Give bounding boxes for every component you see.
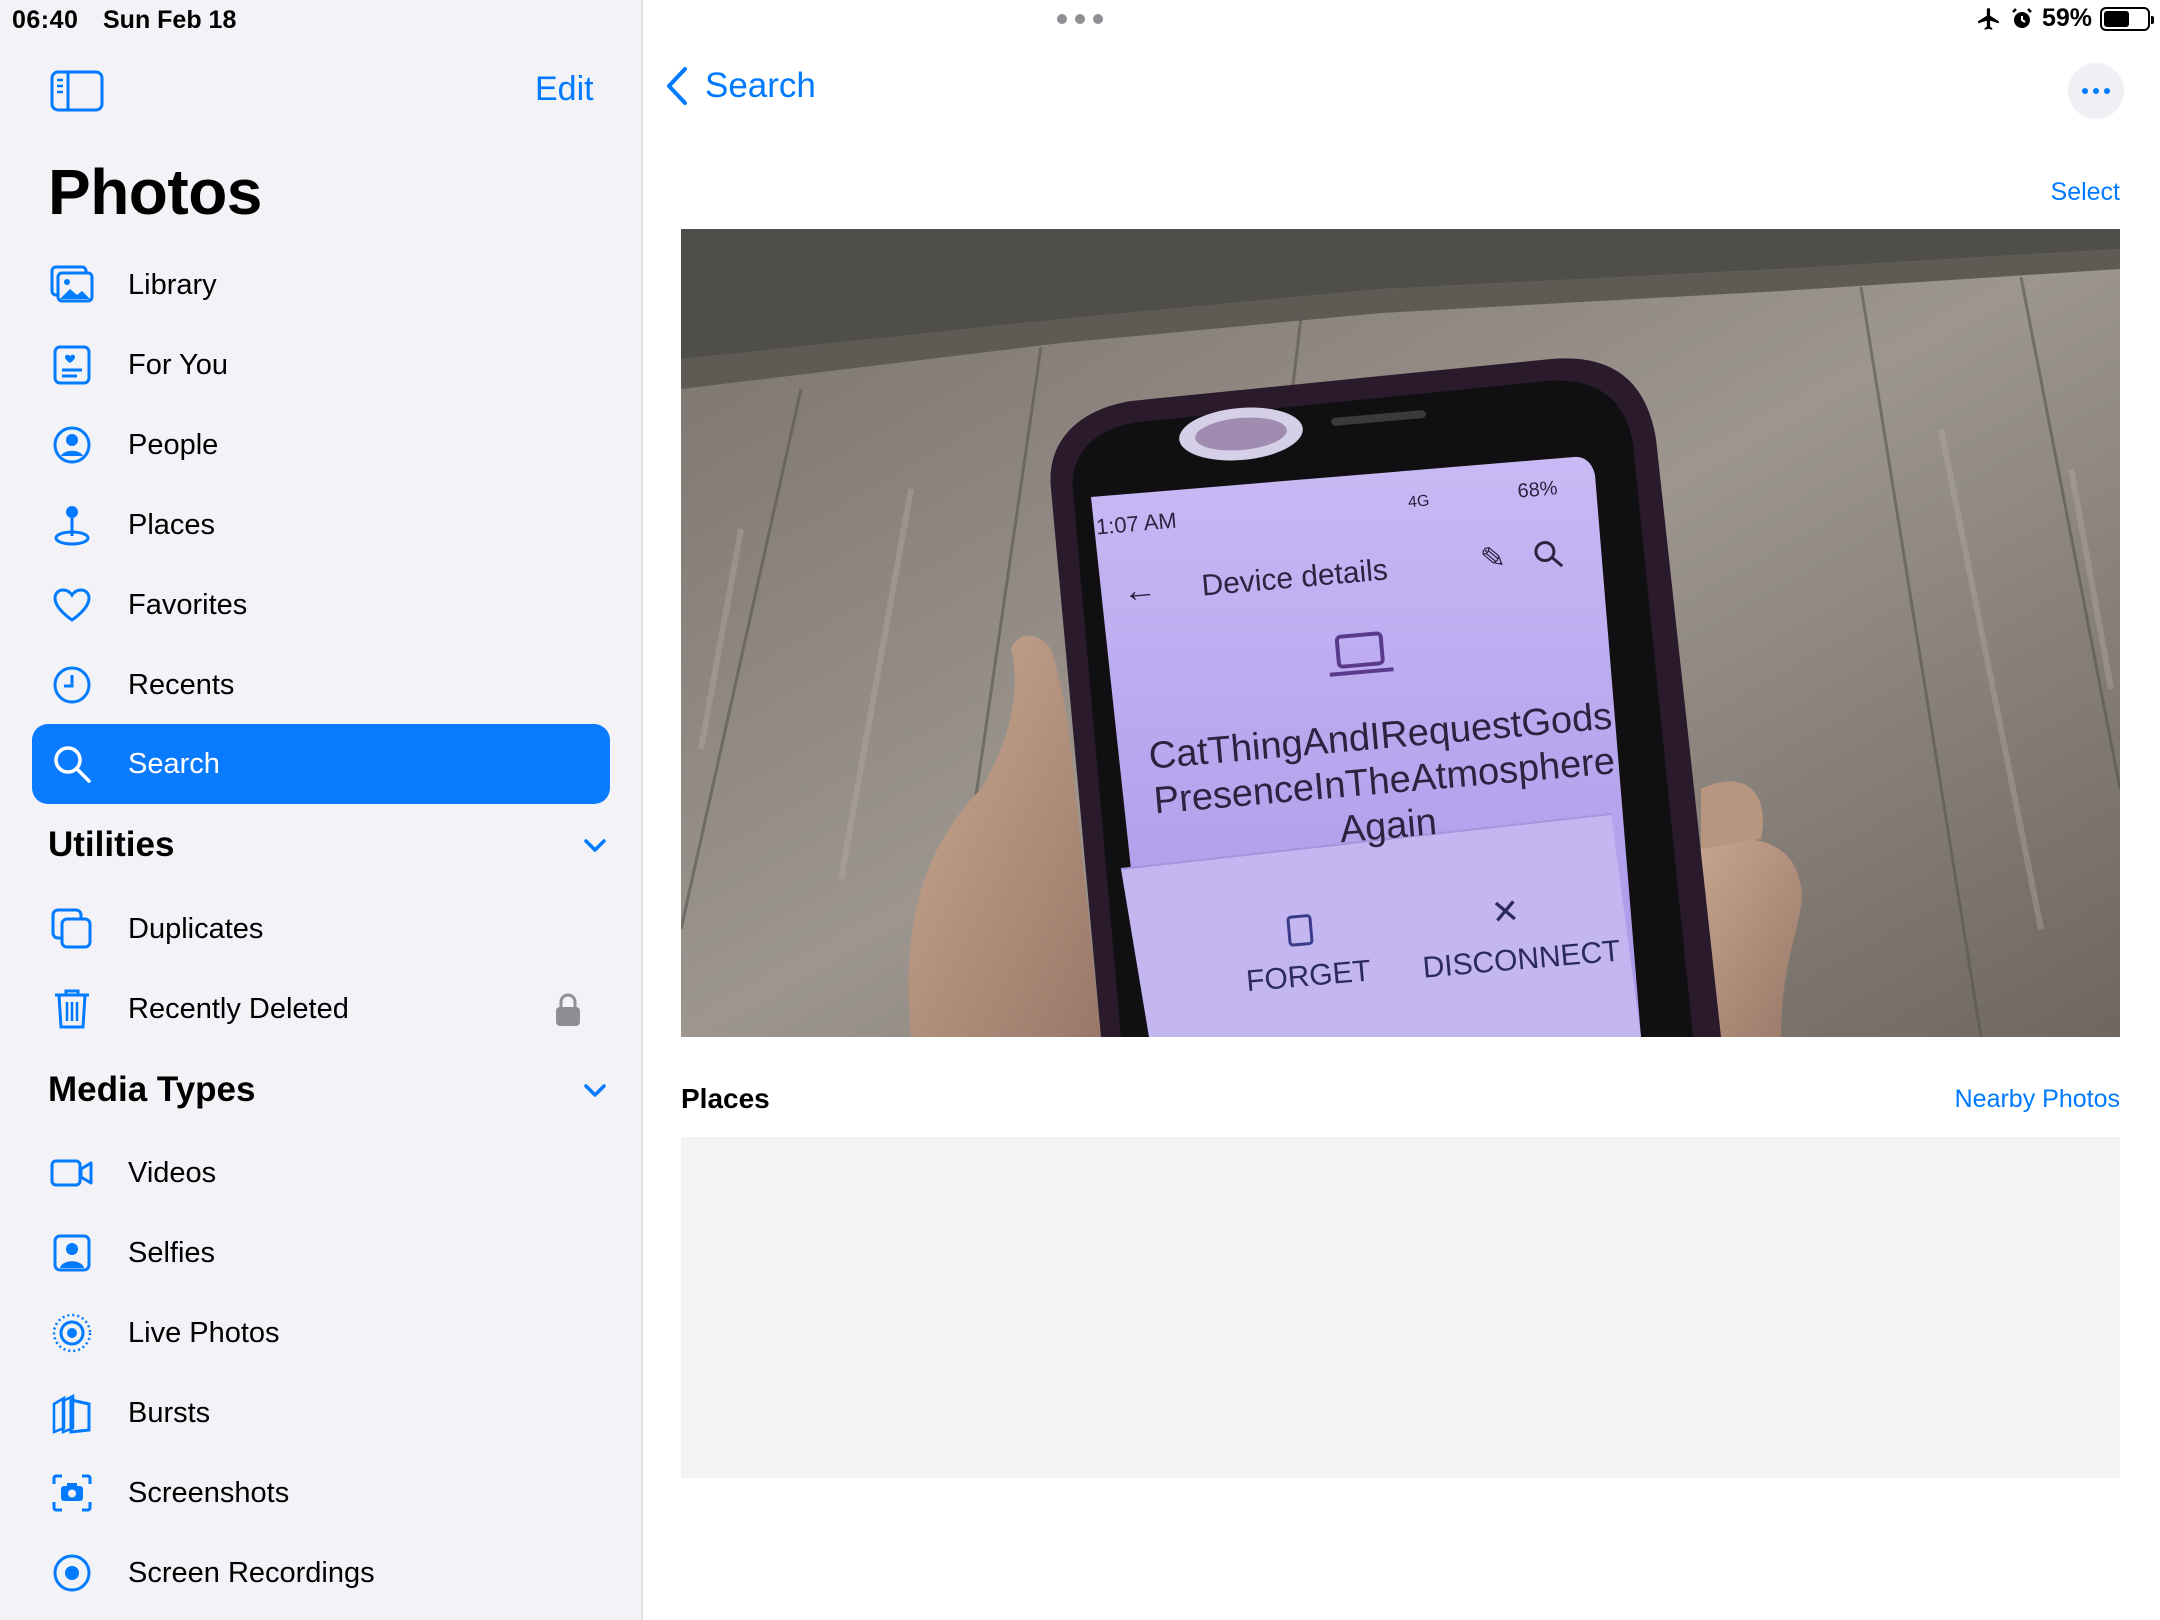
duplicates-icon [51, 908, 92, 949]
phone-battery: 68% [1517, 477, 1559, 502]
places-map[interactable] [681, 1137, 2120, 1478]
status-bar: 06:40 Sun Feb 18 59% [0, 0, 2160, 40]
for-you-icon [53, 345, 91, 385]
sidebar-item-label: Search [128, 747, 220, 780]
sidebar-item-label: Recently Deleted [128, 992, 349, 1025]
airplane-icon [1978, 7, 1999, 30]
section-media-types[interactable]: Media Types [48, 1060, 608, 1120]
people-icon [53, 426, 91, 464]
sidebar-item-label: Duplicates [128, 912, 264, 945]
sidebar-item-for-you[interactable]: For You [32, 325, 610, 405]
library-icon [50, 265, 94, 303]
phone-device-name-line-3: Again [1338, 801, 1438, 851]
alarm-icon [2012, 7, 2032, 28]
more-button[interactable] [2068, 63, 2124, 119]
chevron-down-icon[interactable] [582, 1077, 608, 1103]
section-utilities[interactable]: Utilities [48, 815, 608, 875]
sidebar-item-selfies[interactable]: Selfies [32, 1213, 610, 1293]
sidebar-item-duplicates[interactable]: Duplicates [32, 889, 610, 969]
sidebar-item-label: Favorites [128, 588, 248, 621]
sidebar-item-label: Screenshots [128, 1476, 290, 1509]
sidebar: Edit Photos Library For You People Place… [0, 0, 643, 1620]
sidebar-item-label: Bursts [128, 1396, 211, 1429]
section-title: Media Types [48, 1070, 256, 1109]
photo-thumbnail[interactable]: 1:07 AM 68% 4G ← Device details ✎ CatThi… [681, 229, 2120, 1037]
sidebar-item-label: People [128, 428, 219, 461]
chevron-left-icon [667, 67, 687, 105]
places-icon [54, 506, 90, 546]
back-label: Search [705, 66, 816, 105]
sidebar-item-live-photos[interactable]: Live Photos [32, 1293, 610, 1373]
photo-image: 1:07 AM 68% 4G ← Device details ✎ CatThi… [681, 229, 2120, 1037]
sidebar-item-screen-recordings[interactable]: Screen Recordings [32, 1533, 610, 1613]
status-time: 06:40 [12, 6, 79, 34]
screen-recording-icon [53, 1554, 91, 1592]
sidebar-item-label: Live Photos [128, 1316, 280, 1349]
sidebar-item-label: Selfies [128, 1236, 216, 1269]
sidebar-title: Photos [48, 156, 262, 228]
sidebar-item-library[interactable]: Library [32, 245, 610, 325]
places-title: Places [681, 1083, 770, 1114]
heart-icon [53, 588, 91, 622]
sidebar-item-favorites[interactable]: Favorites [32, 565, 610, 645]
main-content: Search Select 1:07 AM 68% 4G ← Device de… [645, 0, 2160, 1620]
video-icon [50, 1159, 93, 1187]
edit-button[interactable]: Edit [535, 70, 594, 109]
back-button[interactable]: Search [665, 66, 816, 106]
sidebar-item-label: Videos [128, 1156, 217, 1189]
phone-back-arrow: ← [1121, 570, 1158, 611]
section-title: Utilities [48, 825, 175, 864]
nearby-photos-link[interactable]: Nearby Photos [1955, 1085, 2120, 1114]
sidebar-item-label: Recents [128, 668, 235, 701]
search-icon [54, 746, 91, 783]
sidebar-item-recently-deleted[interactable]: Recently Deleted [32, 969, 610, 1049]
sidebar-item-search[interactable]: Search [32, 724, 610, 804]
sidebar-item-label: Places [128, 508, 216, 541]
sidebar-item-recents[interactable]: Recents [32, 645, 610, 725]
sidebar-item-label: Screen Recordings [128, 1556, 375, 1589]
sidebar-item-screenshots[interactable]: Screenshots [32, 1453, 610, 1533]
sidebar-item-places[interactable]: Places [32, 485, 610, 565]
lock-icon [556, 993, 580, 1026]
sidebar-item-people[interactable]: People [32, 405, 610, 485]
phone-edit-icon: ✎ [1479, 541, 1507, 576]
live-photo-icon [52, 1313, 92, 1353]
selfie-icon [53, 1234, 91, 1272]
status-date: Sun Feb 18 [103, 6, 237, 34]
select-button[interactable]: Select [2048, 178, 2120, 207]
sidebar-item-label: For You [128, 348, 228, 381]
multitasking-dots[interactable] [1057, 14, 1103, 26]
screenshot-icon [52, 1474, 92, 1512]
battery-percent: 59% [2041, 4, 2092, 32]
sidebar-item-label: Library [128, 268, 217, 301]
sidebar-item-bursts[interactable]: Bursts [32, 1373, 610, 1453]
phone-close-icon: ✕ [1490, 892, 1522, 932]
battery-icon [2100, 6, 2154, 31]
trash-icon [55, 989, 89, 1029]
sidebar-toggle-icon[interactable] [50, 70, 104, 112]
bursts-icon [52, 1393, 91, 1434]
sidebar-item-videos[interactable]: Videos [32, 1133, 610, 1213]
clock-icon [53, 666, 91, 704]
places-header: Places Nearby Photos [681, 1083, 2120, 1115]
phone-network: 4G [1407, 492, 1430, 511]
chevron-down-icon[interactable] [582, 832, 608, 858]
